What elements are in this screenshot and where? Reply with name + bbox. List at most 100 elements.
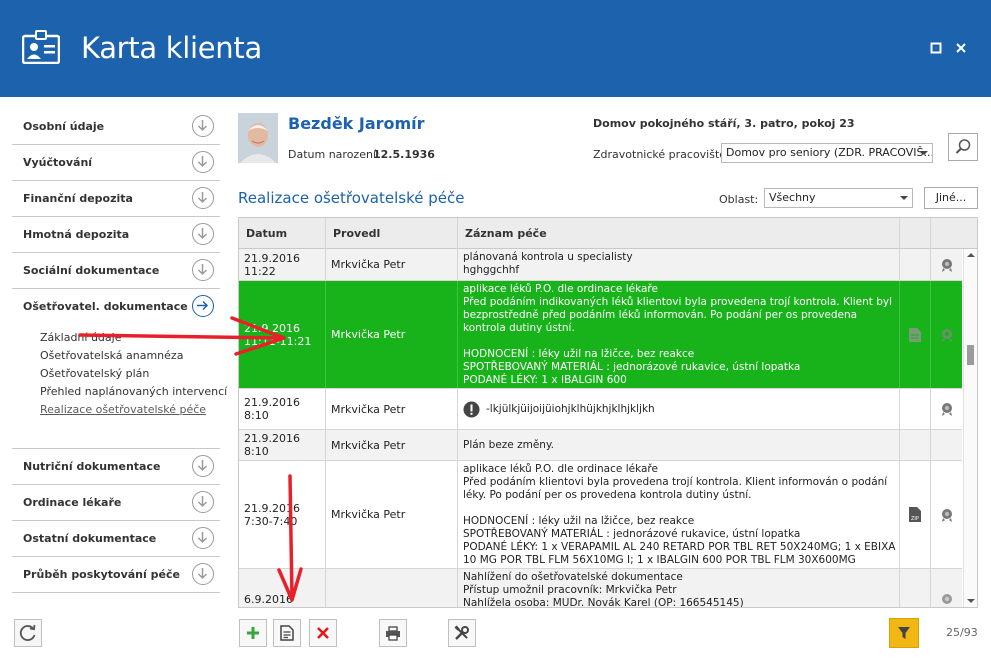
row-record: aplikace léků P.O. dle ordinace lékaře P… [458,461,900,568]
sidebar-item-label: Ordinace lékaře [23,496,122,509]
row-date: 21.9.2016 7:30-7:40 [239,461,326,568]
scroll-down-icon[interactable] [967,599,975,603]
row-date: 6.9.2016 [239,569,326,607]
sidebar-item-prubeh-pece[interactable]: Průběh poskytování péče [12,557,220,593]
other-button[interactable]: Jiné... [924,187,978,209]
sidebar-item-nutricni-dokumentace[interactable]: Nutriční dokumentace [12,449,220,485]
scroll-up-icon[interactable] [967,253,975,257]
table-header: Datum Provedl Záznam péče [239,218,977,249]
sidebar-item-osetrovatel-dokumentace[interactable]: Ošetřovatel. dokumentace [12,289,220,325]
row-performed-by: Mrkvička Petr [326,281,458,388]
subitem-realizace-pece[interactable]: Realizace ošetřovatelské péče [40,401,220,419]
column-header-signature[interactable] [931,218,977,249]
table-row-selected[interactable]: 21.9.2016 11:11-11:21 Mrkvička Petr apli… [239,281,962,389]
birth-date-label: Datum narození: [288,148,380,161]
row-record: aplikace léků P.O. dle ordinace lékaře P… [458,281,900,388]
row-record: plánovaná kontrola u specialisty hghggch… [458,249,900,280]
subitem-zakladni-udaje[interactable]: Základní údaje [40,329,220,347]
column-header-record[interactable]: Záznam péče [458,218,900,249]
sidebar-item-hmotna-depozita[interactable]: Hmotná depozita [12,217,220,253]
sidebar-item-vyuctovani[interactable]: Vyúčtování [12,145,220,181]
row-record: Plán beze změny. [458,430,900,460]
seal-icon[interactable] [931,461,962,568]
row-document-cell [900,569,931,607]
sidebar-item-financni-depozita[interactable]: Finanční depozita [12,181,220,217]
row-record: Nahlížení do ošetřovatelské dokumentace … [458,569,900,607]
seal-icon[interactable] [931,389,962,429]
row-performed-by: Mrkvička Petr [326,461,458,568]
table-row[interactable]: 21.9.2016 7:30-7:40 Mrkvička Petr aplika… [239,461,962,569]
sidebar-item-label: Hmotná depozita [23,228,130,241]
table-row[interactable]: 21.9.2016 11:22 Mrkvička Petr plánovaná … [239,249,962,281]
printer-icon [386,625,400,641]
area-select[interactable]: Všechny [764,188,913,208]
area-select-value: Všechny [769,191,816,204]
vertical-scrollbar[interactable] [963,249,977,607]
print-button[interactable] [379,619,407,647]
settings-button[interactable] [448,619,476,647]
seal-icon[interactable] [931,249,962,280]
sidebar-item-label: Nutriční dokumentace [23,460,161,473]
row-date: 21.9.2016 8:10 [239,430,326,460]
avatar [238,113,278,163]
chevron-down-icon [192,563,214,585]
search-button[interactable] [948,133,978,161]
sidebar-submenu: Základní údaje Ošetřovatelská anamnéza O… [12,325,227,449]
close-icon[interactable] [954,42,968,56]
row-document-cell [900,249,931,280]
add-button[interactable] [239,619,267,647]
chevron-down-icon [192,455,214,477]
row-date: 21.9.2016 8:10 [239,389,326,429]
sidebar-item-osobni-udaje[interactable]: Osobní údaje [12,109,220,145]
row-date: 21.9.2016 11:22 [239,249,326,280]
zip-document-icon[interactable]: ZIP [900,461,931,568]
delete-button[interactable] [309,619,337,647]
chevron-down-icon [920,151,928,155]
sidebar-item-ostatni-dokumentace[interactable]: Ostatní dokumentace [12,521,220,557]
tools-icon [454,625,469,640]
scrollbar-thumb[interactable] [967,345,974,365]
document-icon[interactable] [900,281,931,388]
refresh-icon [19,624,36,641]
sidebar-item-label: Vyúčtování [23,156,93,169]
row-record: -lkjülkjüijoijüiohjklhüjkhjklhjkljkh [486,402,655,415]
sidebar-item-label: Průběh poskytování péče [23,568,180,581]
table-row[interactable]: 21.9.2016 8:10 Mrkvička Petr -lkjülkjüij… [239,389,962,430]
table-row[interactable]: 6.9.2016 Nahlížení do ošetřovatelské dok… [239,569,962,607]
maximize-icon[interactable] [929,42,943,56]
row-date: 21.9.2016 11:11-11:21 [239,281,326,388]
sidebar-item-socialni-dokumentace[interactable]: Sociální dokumentace [12,253,220,289]
title-bar: Karta klienta [0,0,991,97]
filter-button[interactable] [889,618,919,648]
subitem-osetrovatelska-anamneza[interactable]: Ošetřovatelská anamnéza [40,347,220,365]
column-header-date[interactable]: Datum [239,218,326,249]
edit-document-icon [280,625,294,641]
sidebar-item-label: Osobní údaje [23,120,105,133]
sidebar-item-label: Ostatní dokumentace [23,532,157,545]
area-label: Oblast: [719,193,759,206]
chevron-down-icon [192,491,214,513]
column-header-performed-by[interactable]: Provedl [326,218,458,249]
row-document-cell [900,430,931,460]
sidebar-item-label: Ošetřovatel. dokumentace [23,300,188,313]
workplace-select[interactable]: Domov pro seniory (ZDR. PRACOVIŠ... [721,143,933,163]
sidebar-item-ordinace-lekare[interactable]: Ordinace lékaře [12,485,220,521]
column-header-document[interactable] [900,218,931,249]
subitem-prehled-intervenci[interactable]: Přehled naplánovaných intervencí [40,383,227,401]
filter-icon [898,627,910,639]
arrow-right-icon [192,295,214,317]
workplace-select-value: Domov pro seniory (ZDR. PRACOVIŠ... [726,146,933,159]
table-row[interactable]: 21.9.2016 8:10 Mrkvička Petr Plán beze z… [239,430,962,461]
seal-icon[interactable] [931,281,962,388]
subitem-osetrovatelsky-plan[interactable]: Ošetřovatelský plán [40,365,220,383]
warning-icon [463,401,480,417]
row-performed-by: Mrkvička Petr [326,249,458,280]
seal-icon[interactable] [931,569,962,607]
refresh-button[interactable] [14,619,42,647]
edit-button[interactable] [273,619,301,647]
record-counter: 25/93 [946,626,978,639]
plus-icon [247,627,259,639]
row-performed-by: Mrkvička Petr [326,389,458,429]
birth-date-value: 12.5.1936 [373,148,435,161]
row-performed-by: Mrkvička Petr [326,430,458,460]
